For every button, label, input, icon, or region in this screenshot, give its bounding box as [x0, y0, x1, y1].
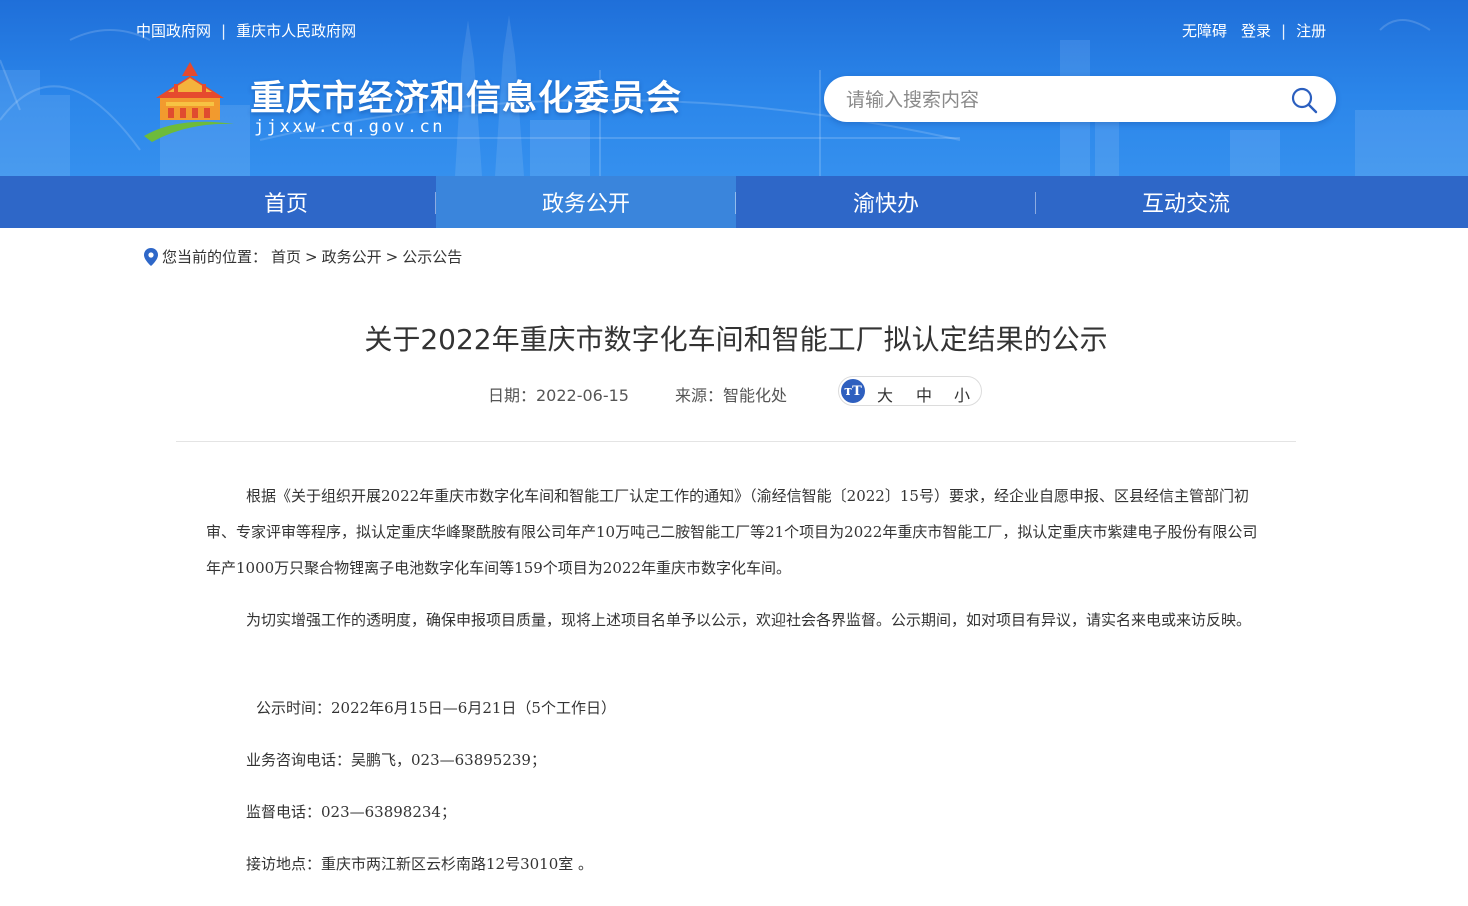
font-size-icon: тT [841, 379, 865, 403]
article-title: 关于2022年重庆市数字化车间和智能工厂拟认定结果的公示 [364, 323, 1108, 356]
breadcrumb-separator: > [305, 247, 318, 266]
link-separator: | [221, 21, 227, 40]
site-domain: jjxxw.cq.gov.cn [254, 117, 446, 137]
accessibility-link[interactable]: 无障碍 [1182, 20, 1227, 41]
article-paragraph: 公示时间：2022年6月15日—6月21日（5个工作日） [256, 699, 616, 717]
title-divider [176, 441, 1296, 442]
nav-government-affairs[interactable]: 政务公开 [436, 176, 736, 228]
article-paragraph: 业务咨询电话：吴鹏飞，023—63895239； [246, 751, 546, 769]
article-paragraph: 根据《关于组织开展2022年重庆市数字化车间和智能工厂认定工作的通知》（渝经信智… [206, 487, 1258, 577]
login-link[interactable]: 登录 [1241, 20, 1271, 41]
main-nav: 首页 政务公开 渝快办 互动交流 [0, 176, 1468, 228]
site-title: 重庆市经济和信息化委员会 [250, 79, 683, 119]
site-header: 中国政府网 | 重庆市人民政府网 无障碍 登录 | 注册 重庆市经济和信息化委员… [0, 0, 1468, 176]
breadcrumb-separator: > [385, 247, 399, 266]
site-logo[interactable] [138, 58, 238, 142]
breadcrumb: 您当前的位置： 首页 > 政务公开 > 公示公告 [144, 246, 462, 267]
article-date: 日期：2022-06-15 [488, 386, 629, 405]
font-size-small[interactable]: 小 [954, 382, 970, 406]
link-china-gov[interactable]: 中国政府网 [136, 20, 211, 41]
nav-yukuaiban[interactable]: 渝快办 [736, 176, 1036, 228]
breadcrumb-announcements[interactable]: 公示公告 [402, 246, 462, 267]
nav-interaction[interactable]: 互动交流 [1036, 176, 1336, 228]
link-separator: | [1281, 21, 1287, 40]
font-size-large[interactable]: 大 [877, 382, 893, 406]
breadcrumb-government-affairs[interactable]: 政务公开 [322, 246, 382, 267]
search-input[interactable] [844, 84, 1288, 116]
article-paragraph: 为切实增强工作的透明度，确保申报项目质量，现将上述项目名单予以公示，欢迎社会各界… [246, 611, 1252, 629]
article-source: 来源：智能化处 [675, 386, 788, 405]
breadcrumb-label: 您当前的位置： [162, 248, 268, 266]
location-pin-icon [144, 247, 158, 266]
search-icon[interactable] [1290, 86, 1318, 114]
link-chongqing-gov[interactable]: 重庆市人民政府网 [236, 20, 356, 41]
font-size-switcher: тT 大 中 小 [838, 376, 982, 406]
nav-home[interactable]: 首页 [136, 176, 436, 228]
gov-links: 中国政府网 | 重庆市人民政府网 [136, 20, 356, 41]
search-box [824, 76, 1336, 122]
user-links: 无障碍 登录 | 注册 [1182, 20, 1326, 41]
register-link[interactable]: 注册 [1296, 20, 1326, 41]
font-size-medium[interactable]: 中 [916, 382, 932, 406]
article-paragraph: 接访地点：重庆市两江新区云杉南路12号3010室 。 [246, 855, 594, 873]
article-paragraph: 监督电话：023—63898234； [246, 803, 456, 821]
breadcrumb-home[interactable]: 首页 [271, 246, 301, 267]
